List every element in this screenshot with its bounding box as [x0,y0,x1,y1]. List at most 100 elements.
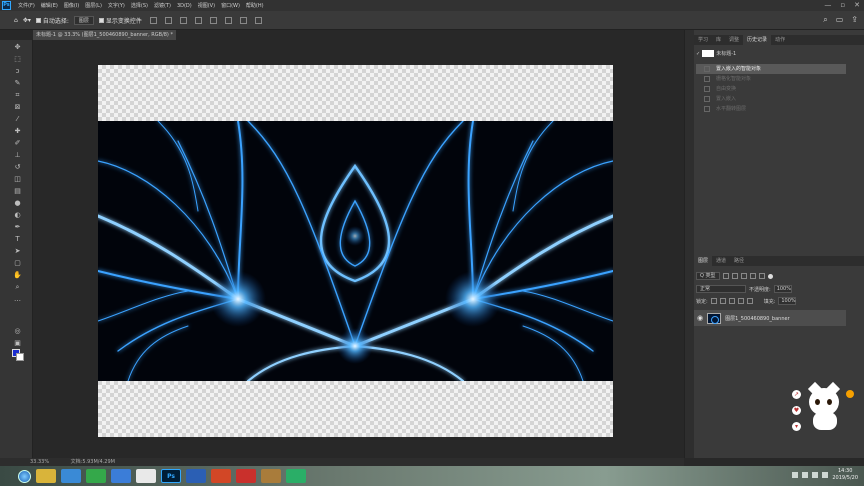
360-icon[interactable] [86,469,106,483]
history-snapshot[interactable]: ✓ 未标题-1 [696,50,736,57]
show-transform-checkbox[interactable] [98,17,104,23]
pen-tool-icon[interactable]: ✒ [13,223,22,232]
lock-all-icon[interactable] [746,298,753,304]
eyedropper-tool-icon[interactable]: ⁄ [13,115,22,124]
quick-mask-icon[interactable]: ◎ [13,327,22,336]
auto-select-dropdown[interactable]: 图层 [73,15,94,25]
adjustment-filter-icon[interactable] [731,273,738,279]
history-item[interactable]: 自由变换 [696,84,846,94]
ie-icon[interactable] [61,469,81,483]
menu-edit[interactable]: 编辑(E) [38,2,61,9]
minimize-button[interactable]: — [824,1,831,9]
document-tab[interactable]: 未标题-1 @ 33.3% (图层1_500460890_banner, RGB… [33,30,176,40]
canvas-area[interactable] [34,40,684,458]
wechat-icon[interactable] [286,469,306,483]
tab-layers[interactable]: 图层 [694,256,713,266]
pixel-filter-icon[interactable] [722,273,729,279]
frame-tool-icon[interactable]: ⊠ [13,103,22,112]
move-tool-preset-icon[interactable]: ✥▾ [23,17,31,24]
qq-icon[interactable] [136,469,156,483]
network-icon[interactable] [802,472,809,478]
tab-channels[interactable]: 通道 [712,256,730,266]
menu-type[interactable]: 文字(Y) [105,2,128,9]
share-icon[interactable]: ⇪ [851,15,858,25]
menu-select[interactable]: 选择(S) [128,2,151,9]
menu-3d[interactable]: 3D(D) [174,3,195,9]
move-tool-icon[interactable]: ✥ [13,43,22,52]
quick-select-tool-icon[interactable]: ✎ [13,79,22,88]
dodge-tool-icon[interactable]: ◐ [13,211,22,220]
menu-image[interactable]: 图像(I) [61,2,82,9]
layer-row[interactable]: ◉ 图层1_500460890_banner [694,310,846,326]
workspace-icon[interactable]: ▭ [836,15,844,25]
menu-view[interactable]: 视图(V) [195,2,218,9]
volume-icon[interactable] [812,472,819,478]
eraser-tool-icon[interactable]: ◫ [13,175,22,184]
tab-learn[interactable]: 学习 [694,35,712,45]
screen-mode-icon[interactable]: ▣ [13,339,22,348]
shape-tool-icon[interactable]: ▢ [13,259,22,268]
tab-paths[interactable]: 路径 [730,256,748,266]
auto-select-checkbox[interactable] [35,17,41,23]
lock-paint-icon[interactable] [719,298,726,304]
type-tool-icon[interactable]: T [13,235,22,244]
align-top-icon[interactable] [194,16,202,24]
marquee-tool-icon[interactable]: ⬚ [13,55,22,64]
wechat-work-icon[interactable] [111,469,131,483]
brush-tool-icon[interactable]: ✐ [13,139,22,148]
word-icon[interactable] [186,469,206,483]
align-left-icon[interactable] [149,16,157,24]
blur-tool-icon[interactable]: ● [13,199,22,208]
tab-libraries[interactable]: 库 [712,35,725,45]
history-brush-tool-icon[interactable]: ↺ [13,163,22,172]
hand-tool-icon[interactable]: ✋ [13,271,22,280]
lasso-tool-icon[interactable]: ↄ [13,67,22,76]
opacity-field[interactable]: 100% [773,285,792,293]
align-center-icon[interactable] [164,16,172,24]
search-icon[interactable]: ⌕ [823,15,827,25]
clone-stamp-tool-icon[interactable]: ⊥ [13,151,22,160]
filter-toggle-icon[interactable] [767,273,773,279]
background-color-swatch[interactable] [16,353,24,361]
blend-mode-dropdown[interactable]: 正常 [696,285,746,293]
3d-mode-icon[interactable] [254,16,262,24]
lock-pixels-icon[interactable] [710,298,717,304]
input-method-icon[interactable] [822,472,829,478]
photoshop-taskbar-icon[interactable]: Ps [161,469,181,483]
chrome-icon[interactable] [36,469,56,483]
lock-position-icon[interactable] [728,298,735,304]
fill-field[interactable]: 100% [778,297,797,305]
crop-tool-icon[interactable]: ⌗ [13,91,22,100]
align-middle-icon[interactable] [209,16,217,24]
gift-icon[interactable] [261,469,281,483]
clock[interactable]: 14:30 2019/5/20 [832,468,858,482]
more-tools-icon[interactable]: … [13,295,22,304]
layer-name[interactable]: 图层1_500460890_banner [725,315,790,322]
history-item[interactable]: 置入嵌入 [696,94,846,104]
home-icon[interactable]: ⌂ [14,17,18,24]
menu-help[interactable]: 帮助(H) [243,2,267,9]
close-button[interactable]: ✕ [854,1,860,9]
history-item[interactable]: 水平翻转图层 [696,104,846,114]
zoom-readout[interactable]: 33.33% [30,459,49,465]
smart-object-filter-icon[interactable] [758,273,765,279]
shape-filter-icon[interactable] [749,273,756,279]
path-select-tool-icon[interactable]: ➤ [13,247,22,256]
mascot-menu-button[interactable]: ▾ [792,422,801,431]
tab-adjustments[interactable]: 调整 [725,35,743,45]
gradient-tool-icon[interactable]: ▤ [13,187,22,196]
menu-layer[interactable]: 图层(L) [82,2,105,9]
menu-filter[interactable]: 滤镜(T) [151,2,174,9]
history-item[interactable]: 置入嵌入的智能对象 [696,64,846,74]
align-right-icon[interactable] [179,16,187,24]
history-item[interactable]: 栅格化智能对象 [696,74,846,84]
layer-kind-filter[interactable]: Q 类型 [696,272,720,280]
start-button[interactable] [18,469,31,483]
type-filter-icon[interactable] [740,273,747,279]
tab-actions[interactable]: 动作 [771,35,789,45]
powerpoint-icon[interactable] [211,469,231,483]
distribute-icon[interactable] [239,16,247,24]
menu-window[interactable]: 窗口(W) [218,2,243,9]
mascot-share-button[interactable]: ↗ [792,390,801,399]
wps-icon[interactable] [236,469,256,483]
